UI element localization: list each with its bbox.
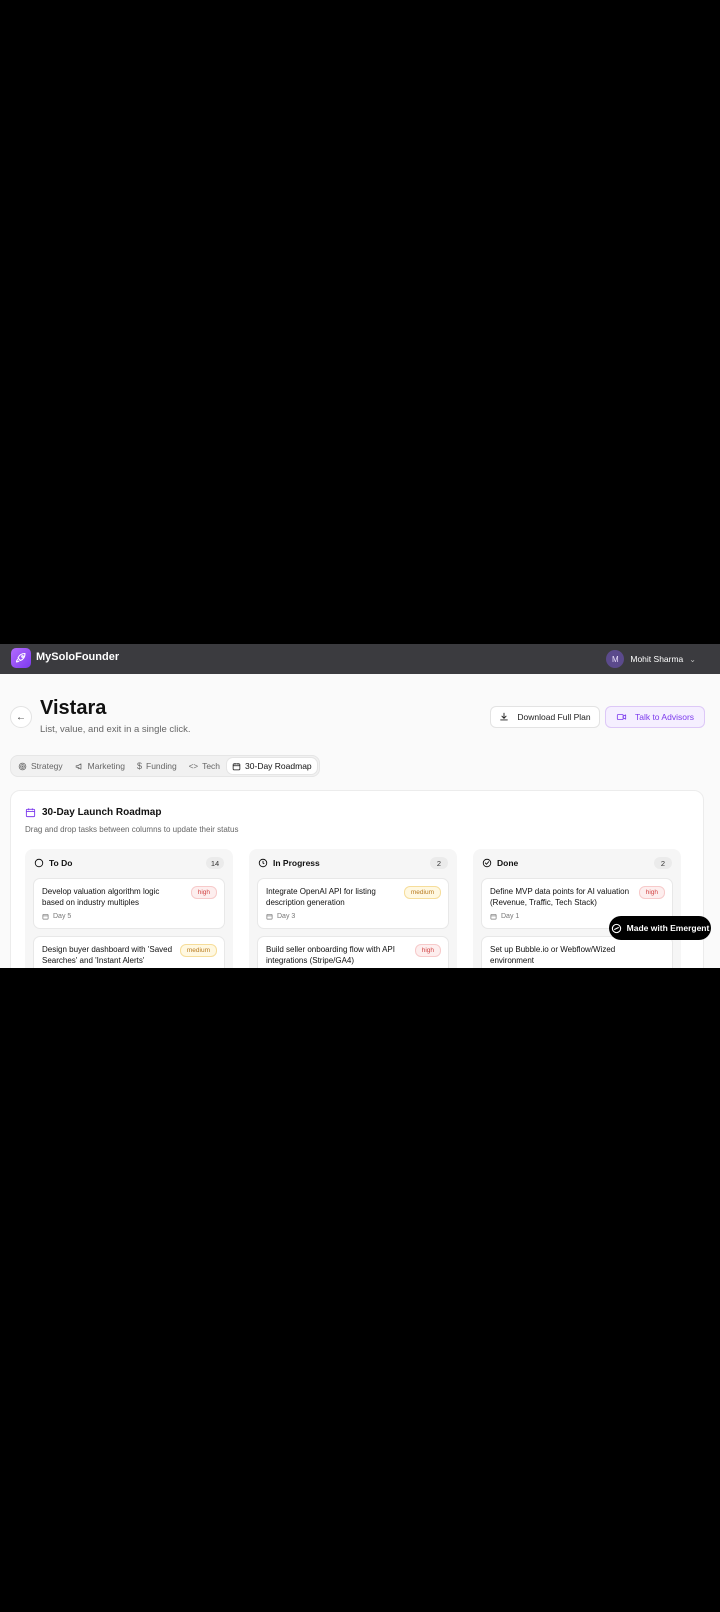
advisors-label: Talk to Advisors xyxy=(634,712,695,722)
column-name: In Progress xyxy=(273,858,320,868)
column-header: In Progress xyxy=(258,858,320,868)
day-label: Day 5 xyxy=(53,913,72,920)
megaphone-icon xyxy=(75,763,82,769)
task-day: Day 3 xyxy=(266,913,295,920)
task-text: Integrate OpenAI API for listing descrip… xyxy=(266,887,376,907)
avatar: M xyxy=(606,650,625,668)
calendar-icon xyxy=(266,914,273,920)
tab-funding[interactable]: $ Funding xyxy=(132,758,182,774)
roadmap-subtitle: Drag and drop tasks between columns to u… xyxy=(25,825,239,834)
column-to-do[interactable]: To Do 14 Develop valuation algorithm log… xyxy=(25,849,233,968)
roadmap-title: 30-Day Launch Roadmap xyxy=(25,807,161,818)
clock-icon xyxy=(258,858,268,868)
tab-label: Funding xyxy=(146,761,177,771)
tab-strategy[interactable]: Strategy xyxy=(13,758,68,774)
target-icon xyxy=(18,762,27,770)
top-nav-bar: MySoloFounder M Mohit Sharma ⌄ xyxy=(0,644,720,674)
task-card[interactable]: Build seller onboarding flow with API in… xyxy=(257,936,449,968)
tab-label: Marketing xyxy=(87,761,125,771)
plan-tabs: Strategy Marketing $ Funding <> Tech 30-… xyxy=(10,755,320,777)
priority-badge: medium xyxy=(403,886,441,899)
tab-tech[interactable]: <> Tech xyxy=(184,758,225,774)
column-in-progress[interactable]: In Progress 2 Integrate OpenAI API for l… xyxy=(249,849,457,968)
talk-to-advisors-button[interactable]: Talk to Advisors xyxy=(605,706,705,728)
column-count: 14 xyxy=(206,857,224,869)
task-card[interactable]: Set up Bubble.io or Webflow/Wized enviro… xyxy=(481,936,673,968)
priority-badge: high xyxy=(190,886,217,899)
badge-label: Made with Emergent xyxy=(626,923,710,933)
task-card[interactable]: Design buyer dashboard with 'Saved Searc… xyxy=(33,936,225,968)
made-with-emergent-badge[interactable]: Made with Emergent xyxy=(609,916,711,940)
dollar-icon: $ xyxy=(136,761,142,771)
page-title: Vistara xyxy=(40,697,107,719)
user-menu[interactable]: M Mohit Sharma ⌄ xyxy=(606,649,696,669)
task-text: Develop valuation algorithm logic based … xyxy=(42,887,160,907)
back-button[interactable]: ← xyxy=(10,706,32,728)
task-card[interactable]: Integrate OpenAI API for listing descrip… xyxy=(257,878,449,929)
column-header: Done xyxy=(482,858,518,868)
column-count: 2 xyxy=(654,857,672,869)
task-text: Design buyer dashboard with 'Saved Searc… xyxy=(42,945,173,965)
tab-label: 30-Day Roadmap xyxy=(245,761,312,771)
calendar-icon xyxy=(42,914,49,920)
tab-label: Strategy xyxy=(31,761,63,771)
roadmap-title-text: 30-Day Launch Roadmap xyxy=(42,807,162,818)
app-screen: MySoloFounder M Mohit Sharma ⌄ ← Vistara… xyxy=(0,644,720,968)
code-icon: <> xyxy=(188,761,199,771)
priority-badge: high xyxy=(414,944,441,957)
day-label: Day 3 xyxy=(277,913,296,920)
download-icon xyxy=(500,712,509,721)
task-day: Day 1 xyxy=(490,913,519,920)
tab-30-day-roadmap[interactable]: 30-Day Roadmap xyxy=(227,758,317,774)
rocket-logo-icon[interactable] xyxy=(11,648,31,668)
priority-badge: high xyxy=(638,886,665,899)
task-text: Define MVP data points for AI valuation … xyxy=(490,887,630,907)
circle-icon xyxy=(34,858,44,868)
tab-label: Tech xyxy=(202,761,221,771)
calendar-icon xyxy=(490,914,497,920)
video-icon xyxy=(616,714,627,720)
column-name: To Do xyxy=(49,858,73,868)
chevron-down-icon: ⌄ xyxy=(689,654,696,664)
arrow-left-icon: ← xyxy=(16,711,26,723)
calendar-icon xyxy=(232,762,241,770)
calendar-icon xyxy=(25,808,36,818)
page-subtitle: List, value, and exit in a single click. xyxy=(40,724,191,735)
download-full-plan-button[interactable]: Download Full Plan xyxy=(490,706,600,728)
app-name[interactable]: MySoloFounder xyxy=(36,651,119,663)
user-name: Mohit Sharma xyxy=(630,654,684,664)
day-label: Day 1 xyxy=(501,913,520,920)
column-count: 2 xyxy=(430,857,448,869)
task-text: Build seller onboarding flow with API in… xyxy=(266,945,395,965)
task-day: Day 5 xyxy=(42,913,71,920)
download-label: Download Full Plan xyxy=(517,712,591,722)
column-done[interactable]: Done 2 Define MVP data points for AI val… xyxy=(473,849,681,968)
column-name: Done xyxy=(497,858,519,868)
task-text: Set up Bubble.io or Webflow/Wized enviro… xyxy=(490,945,616,965)
check-circle-icon xyxy=(482,858,492,868)
roadmap-card: 30-Day Launch Roadmap Drag and drop task… xyxy=(10,790,704,968)
task-card[interactable]: Develop valuation algorithm logic based … xyxy=(33,878,225,929)
tab-marketing[interactable]: Marketing xyxy=(70,758,130,774)
emergent-logo-icon xyxy=(611,923,621,933)
priority-badge: medium xyxy=(179,944,217,957)
column-header: To Do xyxy=(34,858,72,868)
